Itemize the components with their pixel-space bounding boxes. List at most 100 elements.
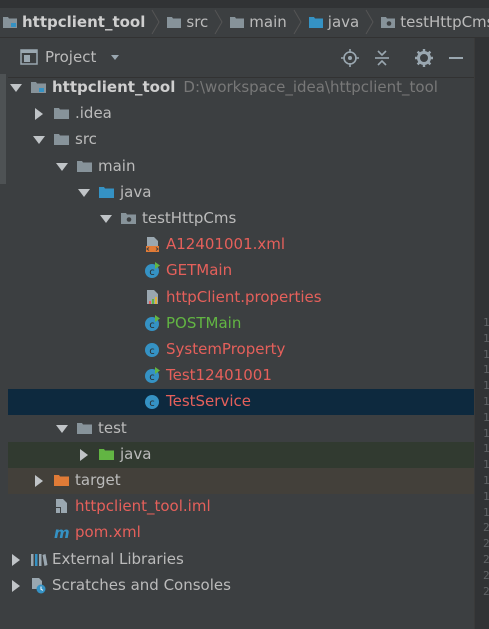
gear-icon[interactable] xyxy=(414,48,434,68)
tree-node[interactable]: c POSTMain xyxy=(8,311,474,337)
tree-node[interactable]: src xyxy=(8,127,474,153)
line-number: 1 xyxy=(483,505,489,519)
breadcrumb-separator-icon xyxy=(151,9,160,34)
module-folder-icon xyxy=(31,82,46,93)
expanded-arrow-icon[interactable] xyxy=(56,423,68,435)
tree-node-label: httpclient_tool.iml xyxy=(75,497,211,516)
tree-node-label: TestService xyxy=(166,392,251,411)
line-number: 1 xyxy=(483,316,489,329)
project-view-icon xyxy=(20,49,38,65)
class-icon: c xyxy=(145,343,159,357)
tree-node[interactable]: A12401001.xml xyxy=(8,232,474,258)
tree-node-label: main xyxy=(98,156,136,175)
runnable-class-icon: c xyxy=(145,367,160,384)
expanded-arrow-icon[interactable] xyxy=(10,82,22,94)
expanded-arrow-icon[interactable] xyxy=(100,213,112,225)
tree-node-label: target xyxy=(75,471,121,489)
properties-file-icon xyxy=(147,289,158,304)
breadcrumb-label: java xyxy=(327,12,360,31)
line-number: 1 xyxy=(483,489,489,503)
maven-file-icon: m xyxy=(54,524,70,542)
collapsed-arrow-icon[interactable] xyxy=(10,579,22,592)
tree-node[interactable]: httpClient.properties xyxy=(8,285,474,311)
tree-node[interactable]: m pom.xml xyxy=(8,520,474,546)
line-number: 1 xyxy=(483,395,489,408)
tree-node[interactable]: External Libraries xyxy=(8,547,474,573)
tree-node-label: java xyxy=(120,444,152,463)
line-number: 1 xyxy=(483,347,489,361)
tree-node-label: src xyxy=(75,130,97,149)
breadcrumb-label: src xyxy=(186,12,209,31)
chevron-down-icon[interactable] xyxy=(110,55,120,61)
tree-node[interactable]: c GETMain xyxy=(8,258,474,284)
line-number: 2 xyxy=(483,537,489,551)
navigation-bar: httpclient_tool src main java testHttpCm… xyxy=(0,0,489,38)
line-number: 1 xyxy=(483,331,489,345)
line-number: 1 xyxy=(483,363,489,377)
tree-node[interactable]: c Test12401001 xyxy=(8,363,474,389)
expanded-arrow-icon[interactable] xyxy=(56,161,68,173)
line-number: 2 xyxy=(483,553,489,566)
breadcrumb-label: testHttpCms xyxy=(400,12,489,31)
breadcrumb-label: main xyxy=(249,12,287,31)
svg-text:c: c xyxy=(149,320,155,331)
folder-icon xyxy=(77,422,92,434)
line-number: 1 xyxy=(483,410,489,424)
svg-text:c: c xyxy=(149,267,155,278)
hide-icon[interactable] xyxy=(446,48,466,68)
tree-node-label: Scratches and Consoles xyxy=(52,575,231,594)
package-icon xyxy=(121,213,136,224)
collapsed-arrow-icon[interactable] xyxy=(78,448,90,461)
line-number: 2 xyxy=(483,584,489,598)
tree-node[interactable]: c SystemProperty xyxy=(8,337,474,363)
svg-text:c: c xyxy=(149,372,155,383)
collapsed-arrow-icon[interactable] xyxy=(10,553,22,566)
collapsed-arrow-icon[interactable] xyxy=(33,475,45,487)
editor-line-number-gutter: 1 1 1 1 1 1 1 1 1 1 1 1 1 2 2 2 2 2 xyxy=(474,38,489,629)
tree-node[interactable]: httpclient_tool D:\workspace_idea\httpcli… xyxy=(8,75,474,101)
tree-node-label: Test12401001 xyxy=(166,366,272,385)
svg-text:m: m xyxy=(54,524,70,542)
libraries-icon xyxy=(31,553,48,566)
collapsed-arrow-icon[interactable] xyxy=(33,108,45,121)
collapse-all-icon[interactable] xyxy=(372,48,392,68)
svg-text:c: c xyxy=(149,346,155,357)
toolbar-strip xyxy=(0,0,489,8)
folder-icon xyxy=(230,16,245,28)
xml-file-icon xyxy=(146,237,159,253)
tree-node[interactable]: test xyxy=(8,416,474,442)
tree-node-label: A12401001.xml xyxy=(166,235,286,254)
runnable-class-icon: c xyxy=(145,314,160,331)
tree-node-label: POSTMain xyxy=(166,313,242,332)
iml-file-icon xyxy=(55,499,67,515)
locate-icon[interactable] xyxy=(340,48,360,68)
project-panel-title[interactable]: Project xyxy=(45,48,96,66)
tree-node-label: test xyxy=(98,418,127,437)
source-folder-icon xyxy=(99,186,114,198)
folder-icon xyxy=(167,16,182,28)
tree-node-path: D:\workspace_idea\httpclient_tool xyxy=(183,78,438,96)
tree-node-label: testHttpCms xyxy=(142,209,237,227)
breadcrumb-separator-icon xyxy=(214,9,223,34)
tree-node[interactable]: main xyxy=(8,154,474,180)
tree-node[interactable]: .idea xyxy=(8,101,474,127)
tree-node[interactable]: java xyxy=(8,180,474,206)
breadcrumb-separator-icon xyxy=(365,9,374,34)
tree-node[interactable]: java xyxy=(8,441,474,468)
runnable-class-icon: c xyxy=(145,262,160,279)
expanded-arrow-icon[interactable] xyxy=(78,187,90,199)
breadcrumb-label: httpclient_tool xyxy=(22,12,146,31)
tree-node[interactable]: Scratches and Consoles xyxy=(8,573,474,599)
line-number: 1 xyxy=(483,426,489,440)
tree-node[interactable]: testHttpCms xyxy=(8,206,474,232)
line-number: 1 xyxy=(483,458,489,472)
excluded-folder-icon xyxy=(54,475,69,486)
tree-node[interactable]: target xyxy=(8,468,474,494)
tree-node[interactable]: httpclient_tool.iml xyxy=(8,494,474,520)
tree-node[interactable]: c TestService xyxy=(8,389,474,416)
line-number: 2 xyxy=(483,568,489,582)
expanded-arrow-icon[interactable] xyxy=(33,134,45,146)
source-folder-icon xyxy=(308,16,323,28)
line-number: 1 xyxy=(483,442,489,456)
project-tool-tab[interactable] xyxy=(0,74,6,184)
